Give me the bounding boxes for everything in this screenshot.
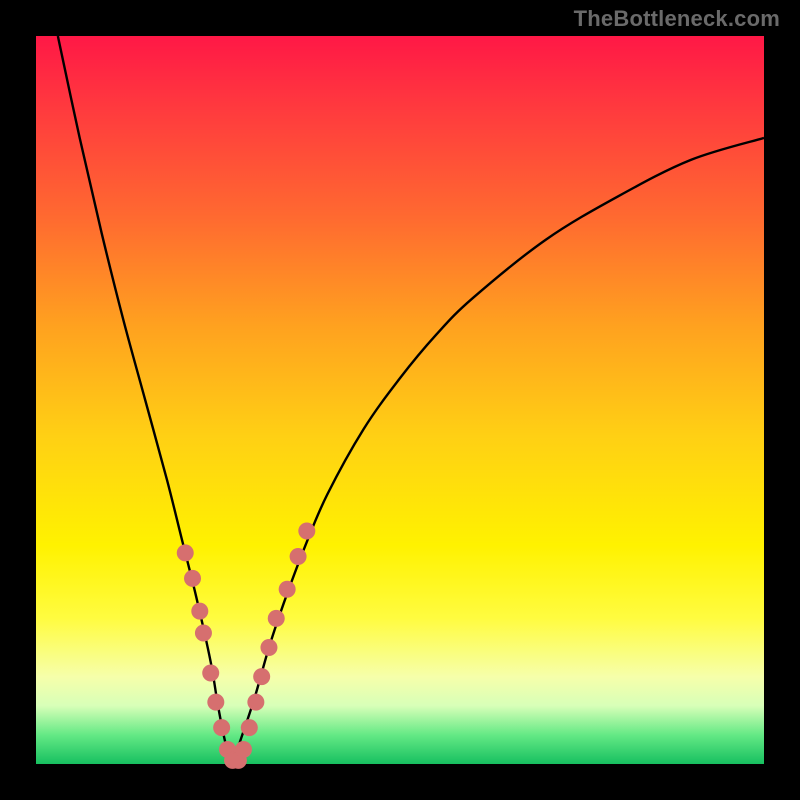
marker-point bbox=[177, 544, 194, 561]
marker-point bbox=[253, 668, 270, 685]
marker-point bbox=[235, 741, 252, 758]
bottleneck-curve bbox=[58, 36, 764, 764]
marker-point bbox=[298, 523, 315, 540]
marker-point bbox=[184, 570, 201, 587]
chart-frame: TheBottleneck.com bbox=[0, 0, 800, 800]
marker-point bbox=[195, 624, 212, 641]
marker-group bbox=[177, 523, 316, 769]
marker-point bbox=[247, 694, 264, 711]
marker-point bbox=[268, 610, 285, 627]
marker-point bbox=[202, 665, 219, 682]
plot-area bbox=[36, 36, 764, 764]
marker-point bbox=[241, 719, 258, 736]
marker-point bbox=[207, 694, 224, 711]
marker-point bbox=[260, 639, 277, 656]
marker-point bbox=[290, 548, 307, 565]
chart-svg bbox=[36, 36, 764, 764]
watermark-text: TheBottleneck.com bbox=[574, 6, 780, 32]
marker-point bbox=[213, 719, 230, 736]
marker-point bbox=[191, 603, 208, 620]
marker-point bbox=[279, 581, 296, 598]
